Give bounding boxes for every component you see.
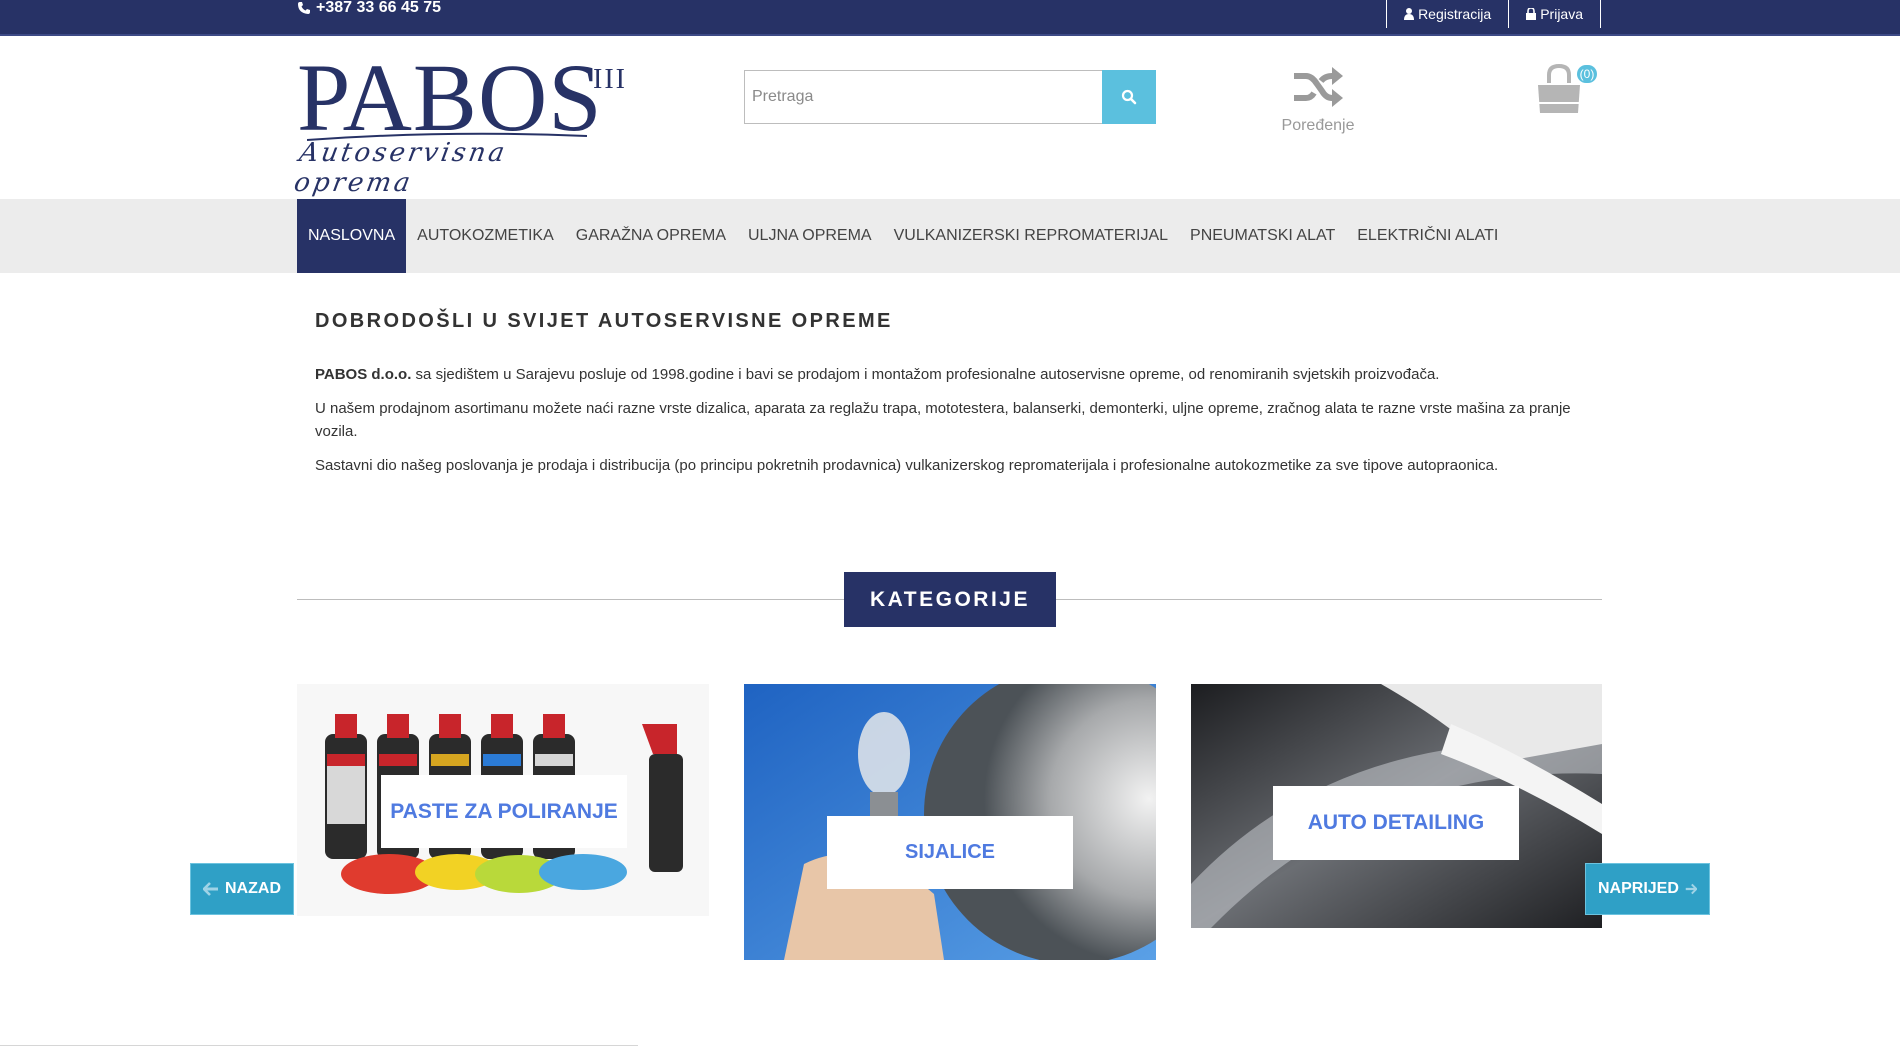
lock-icon (1526, 8, 1537, 20)
search-button[interactable] (1102, 70, 1156, 124)
nav-item-autokozmetika[interactable]: Autokozmetika (406, 199, 565, 273)
search-bar (744, 70, 1156, 124)
welcome-paragraph-2: U našem prodajnom asortimanu možete naći… (315, 400, 1571, 440)
search-input[interactable] (744, 70, 1102, 124)
next-label: NAPRIJED (1598, 880, 1679, 897)
category-card-auto-detailing[interactable]: Auto detailing (1191, 684, 1602, 928)
logo-sup: III (593, 64, 627, 95)
compare-label: Poređenje (1281, 117, 1355, 134)
login-label: Prijava (1540, 6, 1583, 22)
categories-title: KATEGORIJE (844, 572, 1056, 627)
category-label: Sijalice (827, 816, 1073, 889)
welcome-paragraph-1: PABOS d.o.o. sa sjedištem u Sarajevu pos… (315, 363, 1585, 386)
nav-item-elektricni-alati[interactable]: Električni alati (1346, 199, 1509, 273)
carousel-next-button[interactable]: NAPRIJED (1585, 863, 1710, 915)
site-logo[interactable]: PABOS III Autoservisna oprema (292, 44, 625, 199)
phone-number: +387 33 66 45 75 (297, 0, 441, 16)
phone-text: +387 33 66 45 75 (316, 0, 442, 16)
arrow-right-icon (1685, 883, 1697, 895)
category-card-paste-za-poliranje[interactable]: Paste za poliranje (297, 684, 709, 916)
welcome-paragraph-1-text: sa sjedištem u Sarajevu posluje od 1998.… (411, 366, 1440, 383)
user-icon (1404, 8, 1415, 20)
search-icon (1121, 89, 1137, 105)
arrow-left-icon (203, 882, 218, 896)
nav-item-uljna-oprema[interactable]: Uljna oprema (737, 199, 883, 273)
prev-label: NAZAD (225, 880, 281, 897)
register-link[interactable]: Registracija (1386, 0, 1508, 28)
shuffle-icon (1294, 67, 1343, 107)
category-label: Paste za poliranje (381, 775, 627, 848)
nav-item-pneumatski-alat[interactable]: Pneumatski alat (1179, 199, 1346, 273)
nav-item-garazna-oprema[interactable]: Garažna oprema (565, 199, 737, 273)
category-card-sijalice[interactable]: Sijalice (744, 684, 1156, 960)
nav-item-vulkanizerski-repromaterijal[interactable]: Vulkanizerski repromaterijal (883, 199, 1179, 273)
cart-count: (0) (1577, 65, 1597, 83)
logo-name: PABOS (297, 44, 603, 151)
compare-link[interactable]: Poređenje (1281, 64, 1355, 135)
login-link[interactable]: Prijava (1508, 0, 1601, 28)
welcome-title: DOBRODOŠLI U SVIJET AUTOSERVISNE OPREME (315, 310, 893, 332)
top-bar: +387 33 66 45 75 Registracija Prijava (0, 0, 1900, 36)
welcome-paragraph-3: Sastavni dio našeg poslovanja je prodaja… (315, 457, 1499, 474)
carousel-prev-button[interactable]: NAZAD (190, 863, 294, 915)
cart-button[interactable]: (0) (1533, 63, 1597, 119)
company-name: PABOS d.o.o. (315, 366, 412, 383)
main-navigation: Naslovna Autokozmetika Garažna oprema Ul… (0, 199, 1900, 273)
welcome-section: DOBRODOŠLI U SVIJET AUTOSERVISNE OPREME … (315, 310, 1585, 488)
phone-icon (298, 2, 310, 14)
category-label: Auto detailing (1273, 786, 1519, 860)
footer-divider (0, 1045, 638, 1046)
nav-item-naslovna[interactable]: Naslovna (297, 199, 407, 273)
register-label: Registracija (1418, 6, 1492, 22)
logo-tagline: Autoservisna oprema (291, 138, 510, 198)
